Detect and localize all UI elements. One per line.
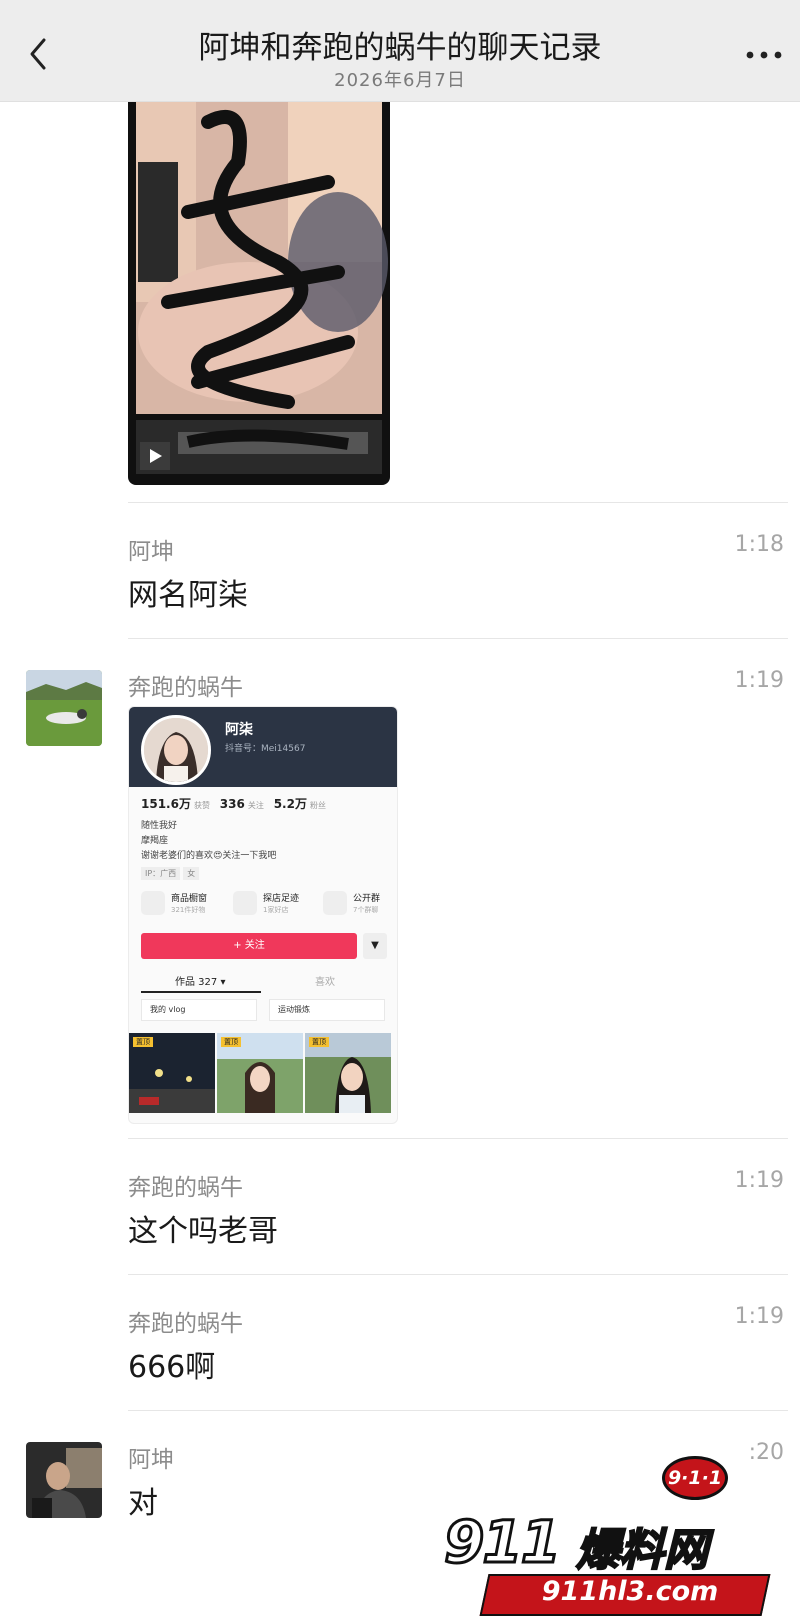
message-divider — [128, 1410, 788, 1411]
profile-avatar — [141, 715, 211, 785]
tag-ip: IP：广西 — [141, 867, 181, 880]
history-date: 2026年6月7日 — [334, 70, 466, 91]
shortcut-title: 探店足迹 — [263, 894, 300, 904]
stat-fans-label: 粉丝 — [309, 801, 326, 810]
chat-history-header: 阿坤和奔跑的蜗牛的聊天记录 2026年6月7日 — [0, 0, 800, 102]
sender-name: 奔跑的蜗牛 — [128, 1311, 243, 1337]
watermark-badge: 9·1·1 — [662, 1456, 728, 1500]
profile-stats: 151.6万 获赞 336 关注 5.2万 粉丝 — [141, 795, 332, 812]
bio-line: 随性我好 — [141, 821, 178, 831]
watermark-url: 911hl3.com — [541, 1576, 719, 1607]
tag-gender: 女 — [183, 867, 200, 880]
stat-following-value: 336 — [219, 797, 245, 811]
video-grid-item[interactable]: 置顶 — [217, 1033, 303, 1113]
sender-name: 阿坤 — [128, 539, 174, 565]
shortcut-sub: 7个群聊 — [353, 906, 379, 914]
pinned-badge: 置顶 — [309, 1037, 329, 1047]
sender-name: 奔跑的蜗牛 — [128, 1175, 243, 1201]
shop-icon — [141, 891, 165, 915]
collection-sports[interactable]: 运动锻炼 — [269, 999, 385, 1021]
shortcut-public-group[interactable]: 公开群 7个群聊 — [323, 889, 397, 919]
tab-likes[interactable]: 喜欢 — [315, 973, 335, 988]
tab-works[interactable]: 作品 327 ▾ — [175, 973, 225, 988]
message-time: 1:19 — [734, 1168, 784, 1193]
message-text[interactable]: 666啊 — [128, 1342, 215, 1386]
watermark-main: 911 爆料网 — [434, 1507, 764, 1578]
message-time: 1:19 — [734, 1304, 784, 1329]
stat-likes-value: 151.6万 — [141, 797, 191, 811]
shortcut-shop-window[interactable]: 商品橱窗 321件好物 — [141, 889, 227, 919]
message-time: 1:19 — [734, 668, 784, 693]
message-text[interactable]: 网名阿柒 — [128, 570, 248, 614]
message-time: 1:18 — [734, 532, 784, 557]
shortcut-title: 公开群 — [353, 894, 381, 904]
message-divider — [128, 1138, 788, 1139]
collection-vlog[interactable]: 我的 vlog — [141, 999, 257, 1021]
follow-button[interactable]: + 关注 — [141, 933, 357, 959]
bio-line: 摩羯座 — [141, 836, 169, 846]
message-divider — [128, 1274, 788, 1275]
video-frame-image — [136, 102, 388, 474]
dropdown-icon[interactable]: ▼ — [363, 933, 387, 959]
stat-fans-value: 5.2万 — [273, 797, 307, 811]
watermark-logo: 9·1·1 911 爆料网 911hl3.com — [430, 1448, 800, 1620]
sender-name: 奔跑的蜗牛 — [128, 675, 243, 701]
message-text[interactable]: 这个吗老哥 — [128, 1206, 278, 1250]
shortcut-sub: 321件好物 — [171, 906, 206, 914]
watermark-number: 911 — [442, 1507, 562, 1578]
watermark-brand: 爆料网 — [575, 1524, 709, 1577]
video-grid-item[interactable]: 置顶 — [129, 1033, 215, 1113]
page-title: 阿坤和奔跑的蜗牛的聊天记录 — [198, 30, 602, 66]
profile-name: 阿柒 — [225, 722, 253, 738]
more-dots-icon[interactable] — [744, 48, 784, 62]
pinned-badge: 置顶 — [221, 1037, 241, 1047]
group-icon — [323, 891, 347, 915]
video-message-thumbnail[interactable] — [128, 102, 390, 485]
message-divider — [128, 638, 788, 639]
sender-name: 阿坤 — [128, 1447, 174, 1473]
shortcut-store-visits[interactable]: 探店足迹 1家好店 — [233, 889, 319, 919]
profile-screenshot-card[interactable]: 阿柒 抖音号：Mei14567 151.6万 获赞 336 关注 5.2万 粉丝 随性… — [128, 706, 398, 1124]
message-text[interactable]: 对 — [128, 1478, 158, 1522]
play-icon[interactable] — [140, 442, 170, 470]
bio-line: 谢谢老婆们的喜欢😍关注一下我吧 — [141, 851, 277, 861]
shortcut-title: 商品橱窗 — [171, 894, 208, 904]
avatar-snail[interactable] — [26, 670, 102, 746]
stat-likes-label: 获赞 — [193, 801, 210, 810]
stat-following-label: 关注 — [247, 801, 264, 810]
active-tab-indicator — [141, 991, 261, 993]
avatar-akun[interactable] — [26, 1442, 102, 1518]
video-grid-item[interactable]: 置顶 — [305, 1033, 391, 1113]
profile-id: 抖音号：Mei14567 — [225, 744, 306, 754]
shortcut-sub: 1家好店 — [263, 906, 289, 914]
chat-record-list[interactable]: 阿坤 1:18 网名阿柒 奔跑的蜗牛 1:19 阿柒 抖音号：Mei14567 — [0, 102, 800, 1620]
store-icon — [233, 891, 257, 915]
profile-bio: 随性我好 摩羯座 谢谢老婆们的喜欢😍关注一下我吧 — [141, 819, 276, 864]
message-divider — [128, 502, 788, 503]
pinned-badge: 置顶 — [133, 1037, 153, 1047]
profile-tags: IP：广西女 — [141, 867, 202, 880]
